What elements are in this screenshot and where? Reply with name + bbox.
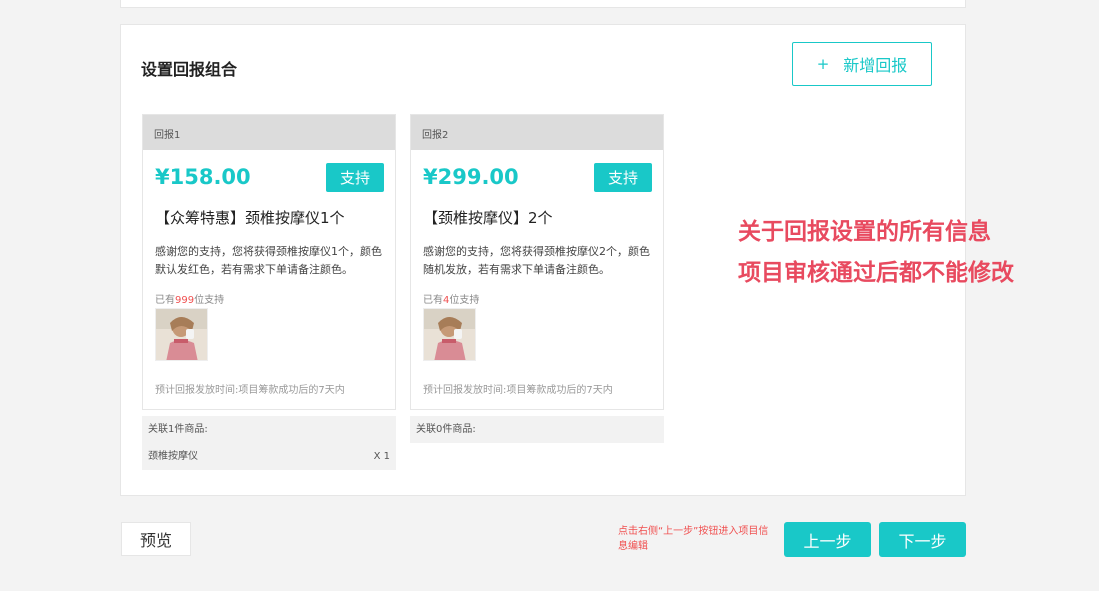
linked-product-qty: X 1	[373, 451, 390, 462]
linked-products: 关联0件商品:	[410, 416, 664, 443]
reward-price: ¥299.00	[423, 165, 519, 189]
warning-line-1: 关于回报设置的所有信息	[738, 219, 991, 245]
reward-description: 感谢您的支持，您将获得颈椎按摩仪2个，颜色随机发放，若有需求下单请备注颜色。	[423, 245, 650, 276]
backers-suffix: 位支持	[449, 295, 480, 306]
reward-card: 回报1 ¥158.00 支持 【众筹特惠】颈椎按摩仪1个 感谢您的支持，您将获得…	[142, 114, 396, 410]
warning-line-2: 项目审核通过后都不能修改	[738, 260, 1014, 286]
reward-edit-warning: 关于回报设置的所有信息 项目审核通过后都不能修改	[738, 212, 1014, 294]
backers-prefix: 已有	[155, 295, 175, 306]
support-button[interactable]: 支持	[326, 163, 384, 192]
linked-products-title: 关联1件商品:	[142, 416, 396, 443]
add-reward-button[interactable]: + 新增回报	[792, 42, 932, 86]
linked-title-label: 关联1件商品:	[148, 424, 208, 435]
backers-count: 已有4位支持	[423, 291, 479, 306]
reward-title: 【颈椎按摩仪】2个	[423, 209, 553, 227]
linked-products-title: 关联0件商品:	[410, 416, 664, 443]
delivery-eta: 预计回报发放时间:项目筹款成功后的7天内	[423, 385, 613, 396]
delivery-eta: 预计回报发放时间:项目筹款成功后的7天内	[155, 385, 345, 396]
reward-card-body: ¥299.00 支持 【颈椎按摩仪】2个 感谢您的支持，您将获得颈椎按摩仪2个，…	[411, 150, 663, 409]
plus-icon: +	[816, 55, 830, 73]
linked-products: 关联1件商品: 颈椎按摩仪 X 1	[142, 416, 396, 470]
backers-number: 999	[175, 295, 195, 306]
backers-suffix: 位支持	[194, 295, 225, 306]
add-reward-label: 新增回报	[843, 56, 908, 75]
preview-button[interactable]: 预览	[121, 522, 191, 556]
reward-card-header: 回报1	[143, 115, 395, 150]
reward-card: 回报2 ¥299.00 支持 【颈椎按摩仪】2个 感谢您的支持，您将获得颈椎按摩…	[410, 114, 664, 410]
reward-price: ¥158.00	[155, 165, 251, 189]
product-thumbnail[interactable]	[423, 308, 476, 361]
top-panel	[120, 0, 966, 8]
previous-step-button[interactable]: 上一步	[784, 522, 871, 557]
section-title: 设置回报组合	[141, 60, 238, 79]
linked-title-label: 关联0件商品:	[416, 424, 476, 435]
linked-product-name: 颈椎按摩仪	[148, 451, 198, 462]
reward-card-body: ¥158.00 支持 【众筹特惠】颈椎按摩仪1个 感谢您的支持，您将获得颈椎按摩…	[143, 150, 395, 409]
prev-step-hint: 点击右侧“上一步”按钮进入项目信息编辑	[618, 526, 769, 552]
reward-card-header: 回报2	[411, 115, 663, 150]
backers-prefix: 已有	[423, 295, 443, 306]
reward-description: 感谢您的支持，您将获得颈椎按摩仪1个，颜色默认发红色，若有需求下单请备注颜色。	[155, 245, 382, 276]
reward-title: 【众筹特惠】颈椎按摩仪1个	[155, 209, 345, 227]
linked-product-row: 颈椎按摩仪 X 1	[142, 443, 396, 470]
backers-count: 已有999位支持	[155, 291, 224, 306]
product-thumbnail[interactable]	[155, 308, 208, 361]
support-button[interactable]: 支持	[594, 163, 652, 192]
next-step-button[interactable]: 下一步	[879, 522, 966, 557]
